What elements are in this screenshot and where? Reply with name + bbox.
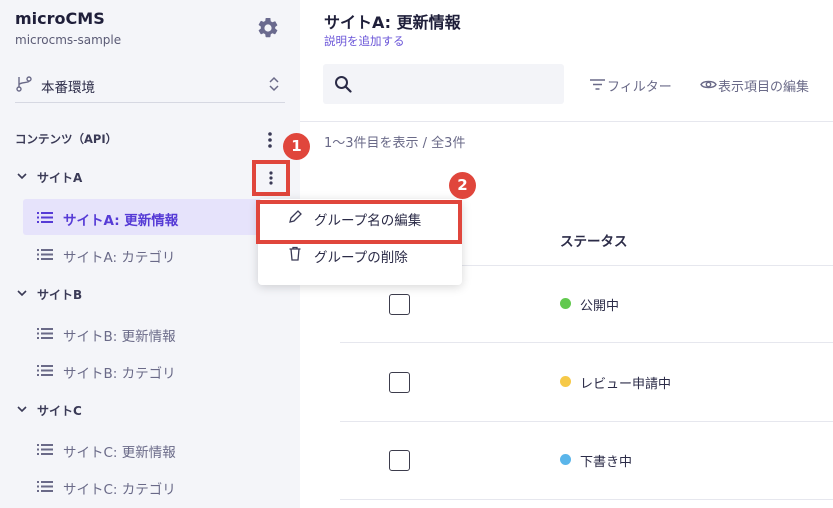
- result-count: 1〜3件目を表示 / 全3件: [324, 136, 466, 151]
- column-header-status: ステータス: [560, 234, 628, 250]
- list-icon: [37, 212, 53, 223]
- environment-select[interactable]: 本番環境: [15, 67, 285, 103]
- status-dot: [560, 298, 571, 309]
- sidebar-item-label: サイトB: カテゴリ: [63, 366, 176, 382]
- sidebar: microCMS microcms-sample 本番環境 コンテンツ（API）…: [0, 0, 300, 508]
- gear-icon[interactable]: [256, 16, 280, 40]
- more-vertical-icon: [269, 171, 273, 185]
- menu-item-label: グループの削除: [314, 250, 408, 266]
- sidebar-item-label: サイトC: カテゴリ: [63, 482, 176, 498]
- list-icon: [37, 444, 53, 455]
- search-box[interactable]: [323, 64, 564, 104]
- content-section-title: コンテンツ（API）: [15, 132, 118, 146]
- search-icon: [335, 76, 352, 93]
- list-icon: [37, 328, 53, 339]
- status-text: レビュー申請中: [580, 377, 672, 392]
- sidebar-item-site-c-category[interactable]: サイトC: カテゴリ: [23, 468, 285, 504]
- search-input[interactable]: [361, 72, 556, 96]
- chevron-updown-icon: [269, 76, 279, 92]
- menu-item-edit-group-name[interactable]: グループ名の編集: [258, 205, 462, 241]
- filter-icon: [590, 79, 605, 90]
- group-label: サイトB: [37, 288, 83, 302]
- chevron-down-icon: [17, 406, 27, 413]
- status-dot: [560, 376, 571, 387]
- list-icon: [37, 249, 53, 260]
- pencil-icon: [289, 210, 302, 223]
- group-label: サイトC: [37, 404, 82, 418]
- sidebar-item-label: サイトC: 更新情報: [63, 445, 176, 461]
- environment-label: 本番環境: [41, 80, 95, 96]
- chevron-down-icon: [17, 173, 27, 180]
- annotation-badge-2: 2: [449, 172, 476, 199]
- group-context-menu: グループ名の編集 グループの削除: [258, 199, 462, 285]
- divider: [340, 499, 833, 500]
- row-checkbox[interactable]: [389, 294, 410, 315]
- divider: [300, 121, 833, 122]
- status-text: 下書き中: [580, 455, 633, 470]
- sidebar-item-label: サイトA: 更新情報: [63, 213, 179, 229]
- section-more-icon[interactable]: [262, 130, 278, 150]
- sidebar-item-site-b-news[interactable]: サイトB: 更新情報: [23, 315, 285, 351]
- divider: [340, 421, 833, 422]
- branch-icon: [16, 76, 32, 92]
- list-icon: [37, 481, 53, 492]
- sidebar-item-site-b-category[interactable]: サイトB: カテゴリ: [23, 352, 285, 388]
- sidebar-item-site-a-news[interactable]: サイトA: 更新情報: [23, 199, 285, 235]
- service-id: microcms-sample: [15, 33, 122, 47]
- page-title: サイトA: 更新情報: [324, 13, 461, 32]
- app-title: microCMS: [15, 9, 105, 28]
- sidebar-item-site-a-category[interactable]: サイトA: カテゴリ: [23, 236, 285, 272]
- add-description-link[interactable]: 説明を追加する: [324, 33, 405, 49]
- trash-icon: [289, 246, 301, 261]
- row-checkbox[interactable]: [389, 450, 410, 471]
- annotation-badge-1: 1: [283, 133, 310, 160]
- sidebar-item-label: サイトB: 更新情報: [63, 329, 176, 345]
- group-more-button[interactable]: [252, 160, 290, 196]
- chevron-down-icon: [17, 290, 27, 297]
- row-checkbox[interactable]: [389, 372, 410, 393]
- status-dot: [560, 454, 571, 465]
- group-label: サイトA: [37, 171, 83, 185]
- divider: [340, 342, 833, 343]
- status-text: 公開中: [580, 299, 620, 314]
- list-icon: [37, 365, 53, 376]
- sidebar-item-site-c-news[interactable]: サイトC: 更新情報: [23, 431, 285, 467]
- menu-item-delete-group[interactable]: グループの削除: [258, 242, 462, 278]
- filter-label: フィルター: [607, 80, 672, 95]
- edit-columns-label: 表示項目の編集: [718, 80, 810, 95]
- menu-item-label: グループ名の編集: [314, 213, 422, 229]
- sidebar-item-label: サイトA: カテゴリ: [63, 250, 176, 266]
- eye-icon: [700, 80, 717, 89]
